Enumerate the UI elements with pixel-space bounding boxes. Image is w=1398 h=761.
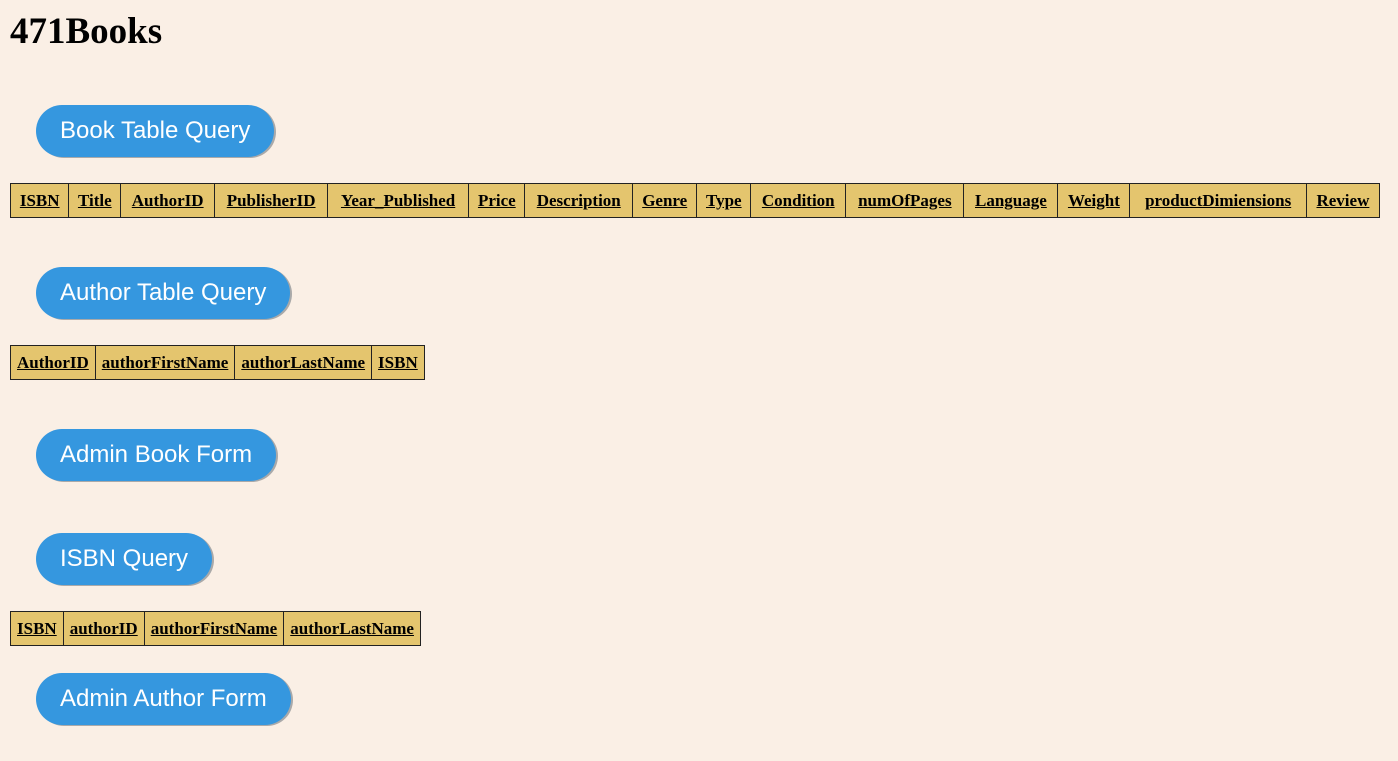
book-col-product-dimensions[interactable]: productDimiensions xyxy=(1129,183,1307,218)
isbn-query-button[interactable]: ISBN Query xyxy=(36,533,213,585)
book-col-genre[interactable]: Genre xyxy=(632,183,698,218)
admin-author-form-button[interactable]: Admin Author Form xyxy=(36,673,291,725)
book-col-isbn[interactable]: ISBN xyxy=(9,183,70,218)
isbn-table: ISBN authorID authorFirstName authorLast… xyxy=(10,611,421,646)
book-col-language[interactable]: Language xyxy=(963,183,1059,218)
book-table-query-button[interactable]: Book Table Query xyxy=(36,105,275,157)
author-table: AuthorID authorFirstName authorLastName … xyxy=(10,345,425,380)
book-col-year-published[interactable]: Year_Published xyxy=(327,183,470,218)
author-col-lastname[interactable]: authorLastName xyxy=(234,345,373,380)
author-col-isbn[interactable]: ISBN xyxy=(371,345,425,380)
book-col-numofpages[interactable]: numOfPages xyxy=(845,183,965,218)
book-col-authorid[interactable]: AuthorID xyxy=(120,183,216,218)
book-table-header-row: ISBN Title AuthorID PublisherID Year_Pub… xyxy=(9,183,1381,218)
author-table-header-row: AuthorID authorFirstName authorLastName … xyxy=(10,345,425,380)
isbn-table-header-row: ISBN authorID authorFirstName authorLast… xyxy=(10,611,421,646)
book-col-title[interactable]: Title xyxy=(68,183,122,218)
author-col-authorid[interactable]: AuthorID xyxy=(10,345,96,380)
book-col-condition[interactable]: Condition xyxy=(750,183,847,218)
book-col-type[interactable]: Type xyxy=(696,183,752,218)
admin-book-form-button[interactable]: Admin Book Form xyxy=(36,429,277,481)
site-title: 471Books xyxy=(10,11,163,52)
isbn-col-firstname[interactable]: authorFirstName xyxy=(143,611,285,646)
book-col-description[interactable]: Description xyxy=(524,183,634,218)
isbn-col-lastname[interactable]: authorLastName xyxy=(283,611,421,646)
book-col-review[interactable]: Review xyxy=(1305,183,1381,218)
author-table-query-button[interactable]: Author Table Query xyxy=(36,267,291,319)
book-col-weight[interactable]: Weight xyxy=(1057,183,1131,218)
isbn-col-isbn[interactable]: ISBN xyxy=(10,611,64,646)
isbn-col-authorid[interactable]: authorID xyxy=(62,611,145,646)
book-col-price[interactable]: Price xyxy=(468,183,526,218)
book-table: ISBN Title AuthorID PublisherID Year_Pub… xyxy=(9,183,1381,218)
author-col-firstname[interactable]: authorFirstName xyxy=(94,345,236,380)
book-col-publisherid[interactable]: PublisherID xyxy=(214,183,329,218)
page: 471Books Book Table Query ISBN Title Aut… xyxy=(0,0,1398,761)
